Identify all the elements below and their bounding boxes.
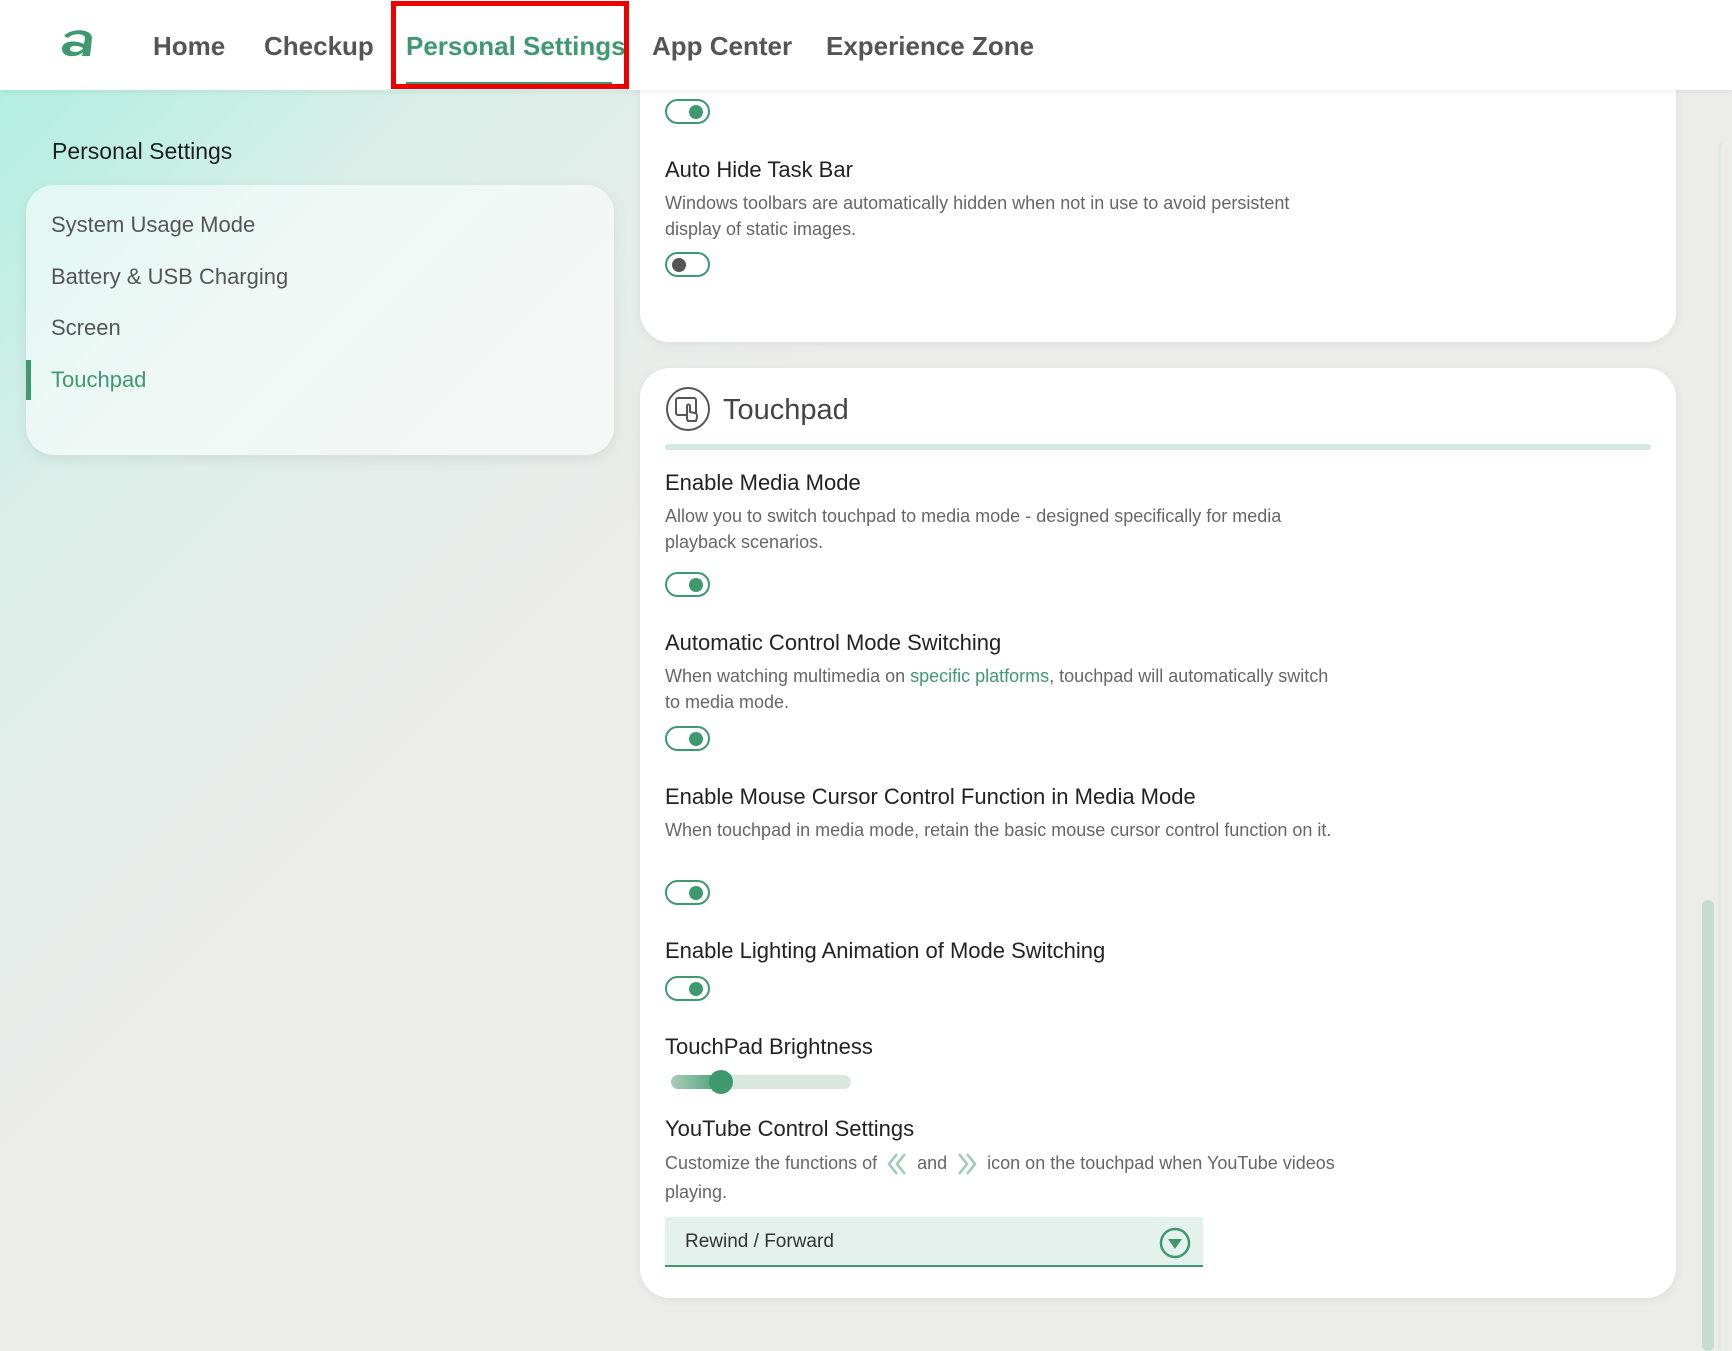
slider-thumb[interactable] xyxy=(709,1070,733,1094)
youtube-control-title: YouTube Control Settings xyxy=(665,1116,915,1141)
section-divider xyxy=(665,444,1651,450)
brand-logo-icon[interactable] xyxy=(56,26,100,62)
sidebar-item-touchpad[interactable]: Touchpad xyxy=(26,360,526,400)
nav-home[interactable]: Home xyxy=(153,28,225,64)
window-right-edge xyxy=(1718,140,1732,1351)
brightness-slider[interactable] xyxy=(671,1070,851,1094)
rewind-chevron-icon xyxy=(887,1153,907,1176)
auto-switch-title: Automatic Control Mode Switching xyxy=(665,630,1002,655)
youtube-desc-part2: and xyxy=(912,1153,953,1173)
sidebar-title: Personal Settings xyxy=(52,138,233,164)
nav-app-center[interactable]: App Center xyxy=(652,28,792,64)
screen-settings-card: Auto Hide Task Bar Windows toolbars are … xyxy=(640,60,1676,342)
screen-previous-toggle[interactable] xyxy=(665,99,710,124)
toggle-knob xyxy=(689,732,703,746)
cursor-control-toggle[interactable] xyxy=(665,880,710,905)
auto-hide-taskbar-desc: Windows toolbars are automatically hidde… xyxy=(665,193,1290,239)
auto-switch-desc: When watching multimedia on specific pla… xyxy=(665,663,1345,715)
youtube-control-select[interactable]: Rewind / Forward xyxy=(665,1217,1203,1267)
auto-switch-desc-before: When watching multimedia on xyxy=(665,666,911,686)
top-navigation-bar: Home Checkup Personal Settings App Cente… xyxy=(0,0,1732,90)
lighting-animation-toggle[interactable] xyxy=(665,976,710,1001)
nav-active-indicator xyxy=(406,82,612,85)
nav-personal-settings[interactable]: Personal Settings xyxy=(406,28,626,64)
nav-experience-zone[interactable]: Experience Zone xyxy=(826,28,1034,64)
media-mode-toggle[interactable] xyxy=(665,572,710,597)
sidebar-item-screen[interactable]: Screen xyxy=(26,308,526,348)
auto-switch-toggle[interactable] xyxy=(665,726,710,751)
select-value: Rewind / Forward xyxy=(685,1231,834,1252)
auto-hide-taskbar-title: Auto Hide Task Bar xyxy=(665,157,853,182)
sidebar-item-battery-usb-charging[interactable]: Battery & USB Charging xyxy=(26,257,526,297)
page-scrollbar[interactable] xyxy=(1702,900,1714,1351)
specific-platforms-link[interactable]: specific platforms xyxy=(910,666,1049,686)
media-mode-desc: Allow you to switch touchpad to media mo… xyxy=(665,506,1282,552)
cursor-control-title: Enable Mouse Cursor Control Function in … xyxy=(665,784,1196,809)
lighting-animation-title: Enable Lighting Animation of Mode Switch… xyxy=(665,938,1106,963)
chevron-down-icon[interactable] xyxy=(1159,1227,1191,1259)
sidebar-menu: System Usage Mode Battery & USB Charging… xyxy=(26,185,614,455)
cursor-control-desc: When touchpad in media mode, retain the … xyxy=(665,820,1332,840)
toggle-knob xyxy=(689,982,703,996)
toggle-knob xyxy=(672,258,686,272)
touchpad-settings-card: Touchpad Enable Media Mode Allow you to … xyxy=(640,368,1676,1298)
toggle-knob xyxy=(689,578,703,592)
nav-checkup[interactable]: Checkup xyxy=(264,28,374,64)
youtube-desc-part1: Customize the functions of xyxy=(665,1153,883,1173)
toggle-knob xyxy=(689,886,703,900)
youtube-control-desc: Customize the functions of and icon on t… xyxy=(665,1149,1345,1207)
toggle-knob xyxy=(689,105,703,119)
sidebar-item-system-usage-mode[interactable]: System Usage Mode xyxy=(26,205,526,245)
touchpad-section-title: Touchpad xyxy=(723,394,849,426)
brightness-title: TouchPad Brightness xyxy=(665,1034,873,1059)
touchpad-icon xyxy=(666,387,710,431)
media-mode-title: Enable Media Mode xyxy=(665,470,861,495)
forward-chevron-icon xyxy=(958,1153,977,1176)
auto-hide-taskbar-toggle[interactable] xyxy=(665,252,710,277)
